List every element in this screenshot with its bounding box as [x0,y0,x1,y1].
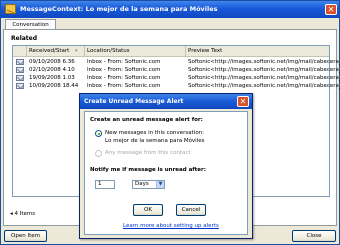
column-header-received-label: Received/Start [29,48,70,54]
dialog-body: Create an unread message alert for: New … [84,111,248,235]
section-title: Related [11,35,38,42]
list-header: Received/Start ▾ Location/Status Preview… [13,46,329,57]
row-date: 10/09/2008 18.44 [29,83,79,89]
alert-for-heading: Create an unread message alert for: [90,117,203,123]
close-button[interactable]: Close [292,230,336,242]
row-preview: Softonic<http://images.softonic.net/img/… [188,75,340,81]
column-header-location[interactable]: Location/Status [85,46,186,56]
caret-icon: ◂ [10,211,13,217]
dialog-title: Create Unread Message Alert [84,98,184,105]
cancel-button[interactable]: Cancel [176,204,206,216]
unit-select-value: Days [135,181,149,187]
unit-select[interactable]: Days ▼ [132,180,165,189]
row-location: Inbox - From: Softonic.com [87,83,161,89]
ok-button[interactable]: OK [133,204,163,216]
radio-any-contact[interactable] [95,150,102,157]
row-preview: Softonic<http://images.softonic.net/img/… [188,83,340,89]
column-header-received[interactable]: Received/Start ▾ [27,46,85,56]
mail-icon [16,67,24,73]
open-item-button[interactable]: Open Item [4,230,47,242]
mail-icon [16,59,24,65]
radio-new-messages[interactable] [95,130,102,137]
row-location: Inbox - From: Softonic.com [87,75,161,81]
radio-any-contact-label: Any message from this contact [105,150,191,156]
envelope-app-icon [5,4,16,14]
column-header-preview[interactable]: Preview Text [186,46,329,56]
row-preview: Softonic<http://images.softonic.net/img/… [188,59,340,65]
row-date: 02/10/2008 4.10 [29,67,75,73]
amount-input[interactable]: 1 [95,180,115,189]
row-preview: Softonic<http://images.softonic.net/img/… [188,67,340,73]
create-alert-dialog: Create Unread Message Alert ✕ Create an … [79,93,253,239]
row-location: Inbox - From: Softonic.com [87,59,161,65]
mail-icon [16,75,24,81]
conversation-subject: Lo mejor de la semana para Móviles [105,138,205,144]
row-location: Inbox - From: Softonic.com [87,67,161,73]
window-close-button[interactable]: ✕ [325,4,337,15]
window-title: MessageContext: Lo mejor de la semana pa… [20,5,218,13]
item-count-label: ◂ 4 Items [10,211,35,217]
notify-heading: Notify me if message is unread after: [90,167,206,173]
learn-more-link[interactable]: Learn more about setting up alerts [123,223,219,229]
chevron-down-icon: ▼ [156,181,164,188]
title-bar: MessageContext: Lo mejor de la semana pa… [1,1,339,18]
icon-column-header[interactable] [13,46,27,56]
table-row[interactable]: 19/09/2008 1.03 Inbox - From: Softonic.c… [13,74,340,82]
mail-icon [16,83,24,89]
sort-arrow-icon: ▾ [75,48,78,54]
table-row[interactable]: 10/09/2008 18.44 Inbox - From: Softonic.… [13,82,340,90]
table-row[interactable]: 09/10/2008 6.36 Inbox - From: Softonic.c… [13,58,340,66]
row-date: 19/09/2008 1.03 [29,75,75,81]
item-count-text: 4 Items [14,211,36,217]
table-row[interactable]: 02/10/2008 4.10 Inbox - From: Softonic.c… [13,66,340,74]
dialog-title-bar: Create Unread Message Alert ✕ [80,94,252,109]
radio-new-messages-label: New messages in this conversation: [105,130,205,136]
row-date: 09/10/2008 6.36 [29,59,75,65]
dialog-close-button[interactable]: ✕ [237,96,249,107]
